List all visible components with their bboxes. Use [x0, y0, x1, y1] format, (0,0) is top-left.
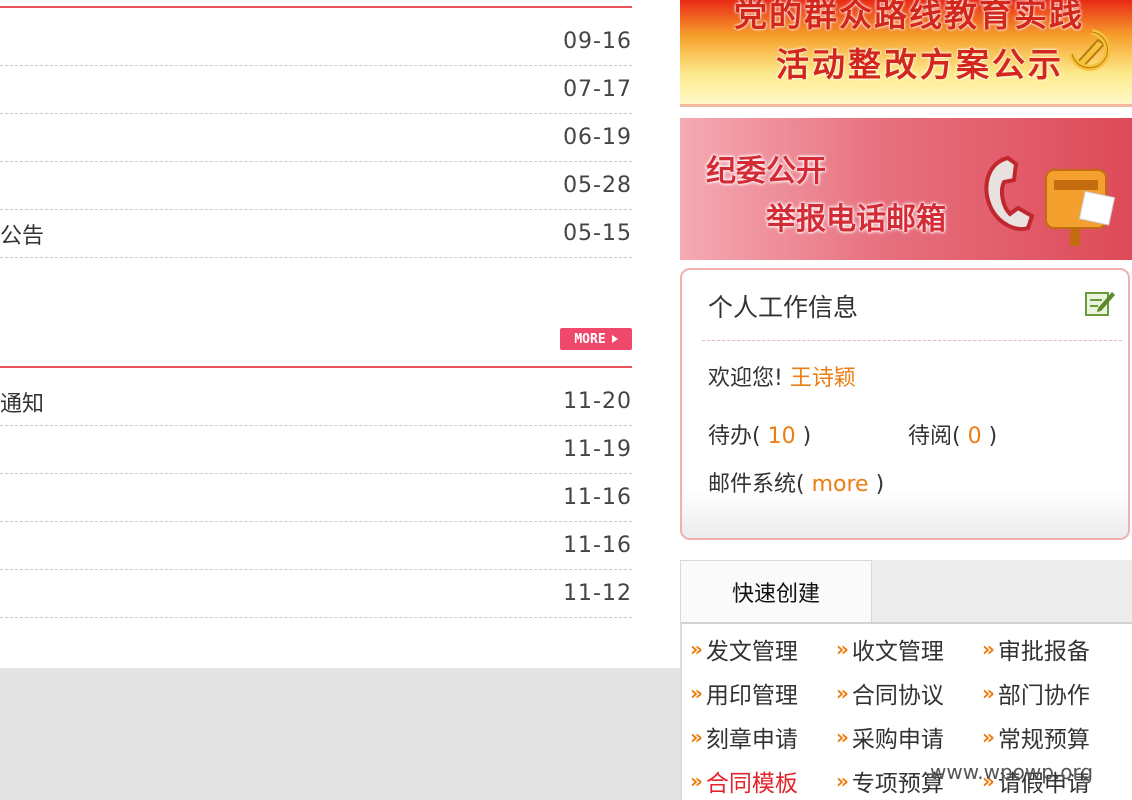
mail-more-link[interactable]: more	[812, 472, 869, 497]
quick-item[interactable]: » 审批报备	[982, 632, 1090, 666]
toread-count-link[interactable]: 0	[968, 424, 982, 449]
double-chevron-icon: »	[836, 637, 849, 661]
quick-item-label: 用印管理	[705, 683, 798, 709]
banner-line-2: 活动整改方案公示	[776, 45, 1064, 84]
quick-item-label: 收文管理	[851, 639, 944, 665]
paren-close: )	[988, 424, 998, 449]
news-list-1: 09-16 07-17 06-19 05-28 公告 05-15	[0, 18, 632, 258]
rectification-banner[interactable]: 党的群众路线教育实践 活动整改方案公示	[680, 0, 1132, 107]
todo-label: 待办(	[708, 424, 761, 449]
quick-item[interactable]: » 刻章申请	[690, 720, 798, 754]
tab-quick-create[interactable]: 快速创建	[680, 560, 872, 622]
double-chevron-icon: »	[690, 637, 703, 661]
news-date: 09-16	[563, 29, 632, 54]
banner-line-1: 纪委公开	[706, 154, 826, 189]
quick-item-active[interactable]: » 合同模板	[690, 764, 798, 798]
welcome-line: 欢迎您! 王诗颖	[708, 360, 856, 392]
footer-gray-area	[0, 668, 680, 800]
news-title[interactable]: 通知	[0, 386, 44, 418]
work-info-panel: 个人工作信息 欢迎您! 王诗颖 待办( 10 ) 待阅( 0 ) 邮件系统( m…	[680, 268, 1130, 540]
user-name-link[interactable]: 王诗颖	[790, 366, 856, 391]
quick-create-tabs: 快速创建	[680, 560, 1132, 624]
quick-item-label: 合同模板	[705, 771, 798, 797]
todo-count-link[interactable]: 10	[768, 424, 796, 449]
section-divider-bottom	[0, 366, 632, 368]
double-chevron-icon: »	[690, 681, 703, 705]
news-date: 11-12	[563, 581, 632, 606]
quick-item[interactable]: » 常规预算	[982, 720, 1090, 754]
news-row[interactable]: 07-17	[0, 66, 632, 114]
double-chevron-icon: »	[836, 769, 849, 793]
double-chevron-icon: »	[982, 725, 995, 749]
welcome-label: 欢迎您!	[708, 366, 783, 391]
quick-item[interactable]: » 发文管理	[690, 632, 798, 666]
play-arrow-icon	[611, 335, 618, 343]
news-panel: 09-16 07-17 06-19 05-28 公告 05-15 MORE 通知 1…	[0, 0, 632, 668]
quick-item[interactable]: » 合同协议	[836, 676, 944, 710]
quick-item-label: 审批报备	[997, 639, 1090, 665]
news-row[interactable]: 09-16	[0, 18, 632, 66]
toread-line: 待阅( 0 )	[908, 418, 997, 450]
news-date: 11-16	[563, 533, 632, 558]
news-row[interactable]: 11-16	[0, 474, 632, 522]
news-row[interactable]: 11-12	[0, 570, 632, 618]
quick-item-label: 合同协议	[851, 683, 944, 709]
divider	[702, 340, 1122, 341]
work-info-title: 个人工作信息	[708, 293, 859, 322]
quick-item-label: 常规预算	[997, 727, 1090, 753]
news-date: 05-15	[563, 221, 632, 246]
news-date: 11-19	[563, 437, 632, 462]
section-divider-top	[0, 6, 632, 8]
edit-icon[interactable]	[1084, 288, 1116, 318]
news-row[interactable]: 11-16	[0, 522, 632, 570]
double-chevron-icon: »	[836, 681, 849, 705]
report-hotline-banner[interactable]: 纪委公开 举报电话邮箱	[680, 118, 1132, 260]
more-button[interactable]: MORE	[560, 328, 632, 350]
news-date: 11-16	[563, 485, 632, 510]
banner-line-2: 举报电话邮箱	[766, 202, 946, 237]
more-label: MORE	[574, 331, 606, 347]
double-chevron-icon: »	[836, 725, 849, 749]
party-emblem-icon	[1069, 29, 1111, 71]
news-title[interactable]: 公告	[0, 218, 44, 250]
mail-label: 邮件系统(	[708, 472, 805, 497]
double-chevron-icon: »	[690, 769, 703, 793]
news-row[interactable]: 05-28	[0, 162, 632, 210]
double-chevron-icon: »	[982, 681, 995, 705]
toread-label: 待阅(	[908, 424, 961, 449]
news-date: 05-28	[563, 173, 632, 198]
quick-item-label: 部门协作	[997, 683, 1090, 709]
quick-item-label: 采购申请	[851, 727, 944, 753]
news-row[interactable]: 06-19	[0, 114, 632, 162]
phone-mailbox-icon	[984, 155, 1116, 246]
quick-item[interactable]: » 采购申请	[836, 720, 944, 754]
banner-line-1: 党的群众路线教育实践	[734, 0, 1084, 34]
quick-item-label: 刻章申请	[705, 727, 798, 753]
news-date: 07-17	[563, 77, 632, 102]
news-row[interactable]: 通知 11-20	[0, 378, 632, 426]
paren-close: )	[875, 472, 885, 497]
right-sidebar: 党的群众路线教育实践 活动整改方案公示 纪委公开 举报电话邮箱 个人工作信息 欢	[680, 0, 1132, 800]
watermark-text: www.wpowp.org	[930, 760, 1094, 784]
quick-item-label: 发文管理	[705, 639, 798, 665]
paren-close: )	[802, 424, 812, 449]
news-date: 06-19	[563, 125, 632, 150]
news-list-2: 通知 11-20 11-19 11-16 11-16 11-12	[0, 378, 632, 618]
mail-line: 邮件系统( more )	[708, 466, 884, 498]
double-chevron-icon: »	[690, 725, 703, 749]
todo-line: 待办( 10 )	[708, 418, 811, 450]
news-row[interactable]: 11-19	[0, 426, 632, 474]
news-row[interactable]: 公告 05-15	[0, 210, 632, 258]
quick-item[interactable]: » 专项预算	[836, 764, 944, 798]
quick-item[interactable]: » 部门协作	[982, 676, 1090, 710]
double-chevron-icon: »	[982, 637, 995, 661]
news-date: 11-20	[563, 389, 632, 414]
quick-item[interactable]: » 收文管理	[836, 632, 944, 666]
quick-item[interactable]: » 用印管理	[690, 676, 798, 710]
